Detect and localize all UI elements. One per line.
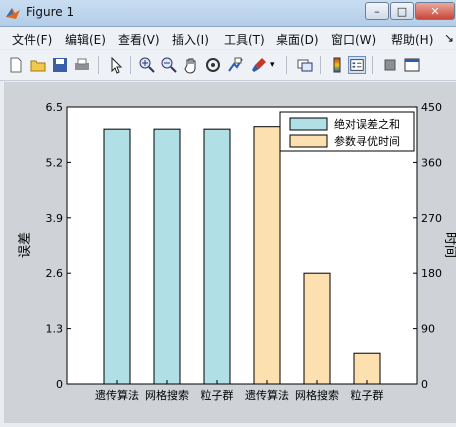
legend-label: 参数寻优时间 <box>334 134 400 148</box>
x-tick-label: 粒子群 <box>351 388 384 402</box>
y-tick-label-left: 2.6 <box>46 267 64 280</box>
bar <box>353 352 381 385</box>
toolbar-separator <box>98 56 99 74</box>
bar <box>103 128 131 385</box>
y-tick-label-left: 0 <box>56 378 63 391</box>
x-tick-label: 遗传算法 <box>245 388 289 402</box>
legend-swatch <box>289 117 328 131</box>
y-tick-label-right: 270 <box>421 212 442 225</box>
close-button[interactable]: ✕ <box>415 2 455 20</box>
brush-icon[interactable] <box>250 56 268 74</box>
legend[interactable]: 绝对误差之和 参数寻优时间 <box>279 111 415 152</box>
bar <box>153 128 181 385</box>
bar <box>203 128 231 385</box>
y-tick-label-right: 360 <box>421 156 442 169</box>
pan-icon[interactable] <box>182 56 200 74</box>
menu-edit[interactable]: 编辑(E) <box>65 31 106 48</box>
menu-desktop[interactable]: 桌面(D) <box>276 31 319 48</box>
minimize-button[interactable]: – <box>365 2 389 20</box>
colorbar-icon[interactable] <box>328 56 346 74</box>
x-tick-label: 粒子群 <box>201 388 234 402</box>
zoom-out-icon[interactable] <box>160 56 178 74</box>
hide-plot-tools-icon[interactable] <box>381 56 399 74</box>
window-title: Figure 1 <box>26 5 75 19</box>
data-cursor-icon[interactable] <box>226 56 244 74</box>
y-tick-label-right: 450 <box>421 101 442 114</box>
show-plot-tools-icon[interactable] <box>403 56 421 74</box>
figure-toolbar: ▾ <box>0 50 456 81</box>
pointer-icon[interactable] <box>107 56 125 74</box>
menu-tools[interactable]: 工具(T) <box>224 31 265 48</box>
y-tick-label-left: 1.3 <box>46 323 64 336</box>
menu-insert[interactable]: 插入(I) <box>172 31 209 48</box>
print-icon[interactable] <box>73 56 91 74</box>
menu-overflow-icon[interactable]: ↘ <box>444 31 454 45</box>
menu-file[interactable]: 文件(F) <box>12 31 52 48</box>
menu-help[interactable]: 帮助(H) <box>391 31 433 48</box>
bar-chart: 遗传算法 网格搜索 粒子群 遗传算法 网格搜索 粒子群 01.32.63.95.26.5 … <box>18 101 456 402</box>
ylabel-right: 时间 <box>442 232 456 258</box>
toolbar-separator <box>372 56 373 74</box>
toolbar-separator <box>320 56 321 74</box>
y-tick-label-left: 6.5 <box>46 101 64 114</box>
matlab-figure-icon <box>6 8 20 19</box>
menu-window[interactable]: 窗口(W) <box>331 31 376 48</box>
y-tick-label-right: 90 <box>421 323 435 336</box>
menu-view[interactable]: 查看(V) <box>118 31 160 48</box>
rotate-icon[interactable] <box>204 56 222 74</box>
x-tick-label: 遗传算法 <box>95 388 139 402</box>
new-file-icon[interactable] <box>7 56 25 74</box>
legend-swatch <box>289 134 328 148</box>
legend-label: 绝对误差之和 <box>334 117 400 131</box>
maximize-button[interactable]: □ <box>390 2 414 20</box>
toolbar-separator <box>286 56 287 74</box>
y-tick-label-right: 180 <box>421 267 442 280</box>
figure-canvas: 遗传算法 网格搜索 粒子群 遗传算法 网格搜索 粒子群 0 1.3 2.6 3.9 5.2 6.5 … <box>4 82 456 423</box>
bar <box>303 272 331 385</box>
x-tick-label: 网格搜索 <box>295 388 339 402</box>
y-tick-label-left: 5.2 <box>46 156 64 169</box>
zoom-in-icon[interactable] <box>138 56 156 74</box>
menu-bar: 文件(F) 编辑(E) 查看(V) 插入(I) 工具(T) 桌面(D) 窗口(W… <box>0 27 456 49</box>
brush-dropdown-icon[interactable]: ▾ <box>270 56 278 74</box>
open-folder-icon[interactable] <box>29 56 47 74</box>
ylabel-left: 误差 <box>18 232 33 258</box>
legend-icon[interactable] <box>348 56 366 74</box>
x-tick-label: 网格搜索 <box>145 388 189 402</box>
y-tick-label-right: 0 <box>421 378 428 391</box>
bar <box>253 126 281 385</box>
toolbar-separator <box>130 56 131 74</box>
save-icon[interactable] <box>51 56 69 74</box>
title-bar: Figure 1 – □ ✕ <box>0 0 456 27</box>
y-tick-label-left: 3.9 <box>46 212 64 225</box>
link-icon[interactable] <box>296 56 314 74</box>
